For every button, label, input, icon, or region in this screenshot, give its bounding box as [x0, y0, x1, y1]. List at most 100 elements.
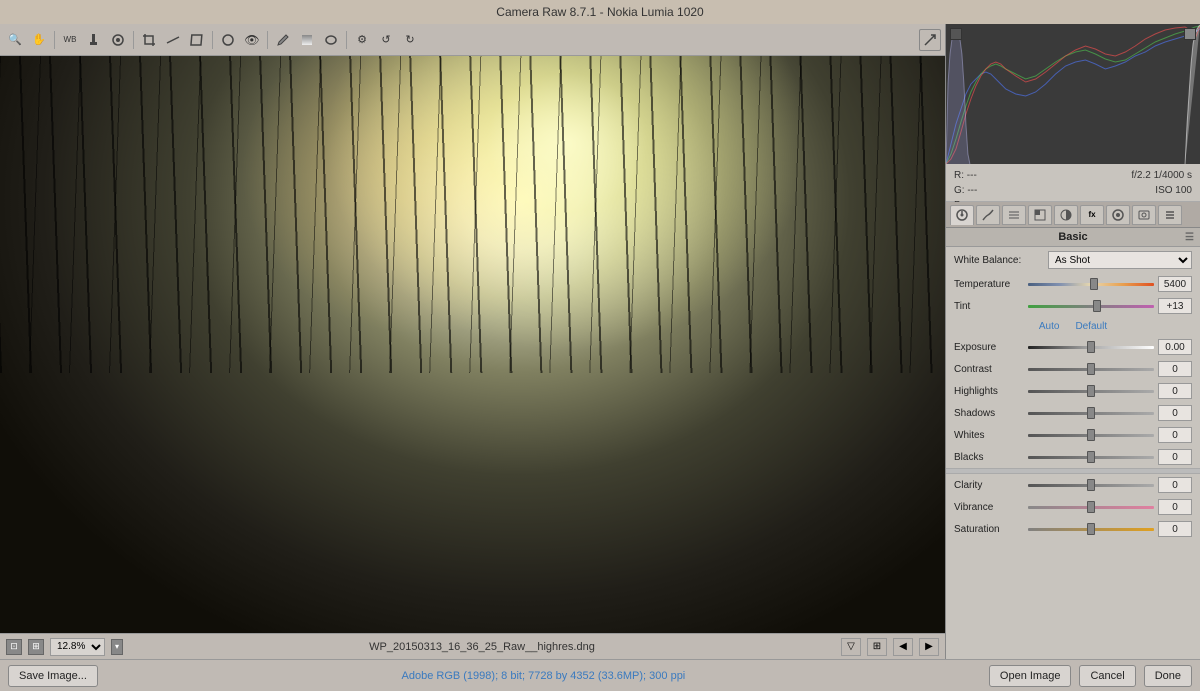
targeted-adjustment-tool[interactable]	[107, 29, 129, 51]
tab-presets[interactable]	[1158, 205, 1182, 225]
color-sample-tool[interactable]	[83, 29, 105, 51]
tab-split-toning[interactable]	[1054, 205, 1078, 225]
done-button[interactable]: Done	[1144, 665, 1192, 687]
open-full-button[interactable]	[919, 29, 941, 51]
whites-label: Whites	[954, 430, 1024, 441]
left-panel: 🔍 ✋ WB 👁	[0, 24, 945, 659]
saturation-value[interactable]	[1158, 521, 1192, 537]
blacks-thumb[interactable]	[1087, 451, 1095, 463]
tool-separator-4	[267, 31, 268, 49]
grid-view-button[interactable]: ⊞	[867, 638, 887, 656]
contrast-value[interactable]	[1158, 361, 1192, 377]
highlights-value[interactable]	[1158, 383, 1192, 399]
blacks-track	[1028, 456, 1154, 459]
tab-lens-corrections[interactable]: fx	[1080, 205, 1104, 225]
basic-title-label: Basic	[1058, 231, 1087, 243]
temperature-thumb[interactable]	[1090, 278, 1098, 290]
clarity-value[interactable]	[1158, 477, 1192, 493]
whites-value[interactable]	[1158, 427, 1192, 443]
panel-list-icon[interactable]: ☰	[1185, 232, 1194, 243]
highlights-slider-container	[1028, 384, 1154, 398]
rotate-cw-button[interactable]: ↻	[399, 29, 421, 51]
vibrance-label: Vibrance	[954, 502, 1024, 513]
hand-tool[interactable]: ✋	[28, 29, 50, 51]
brush-icon	[276, 33, 290, 47]
auto-link[interactable]: Auto	[1039, 321, 1060, 332]
tab-camera-calibration[interactable]	[1132, 205, 1156, 225]
tab-basic[interactable]	[950, 205, 974, 225]
save-image-button[interactable]: Save Image...	[8, 665, 98, 687]
shadows-value[interactable]	[1158, 405, 1192, 421]
zoom-dropdown-button[interactable]: ▾	[111, 639, 123, 655]
auto-default-row: Auto Default	[946, 317, 1200, 336]
next-image-button[interactable]: ▶	[919, 638, 939, 656]
spot-removal-tool[interactable]	[217, 29, 239, 51]
blacks-value[interactable]	[1158, 449, 1192, 465]
shadow-clipping-button[interactable]	[950, 28, 962, 40]
highlight-clipping-button[interactable]	[1184, 28, 1196, 40]
exposure-track	[1028, 346, 1154, 349]
zoom-select[interactable]: 12.8% 6.3% 25% 50% 100%	[50, 638, 105, 656]
contrast-thumb[interactable]	[1087, 363, 1095, 375]
red-eye-tool[interactable]: 👁	[241, 29, 263, 51]
status-bar: ⊡ ⊞ 12.8% 6.3% 25% 50% 100% ▾ WP_2015031…	[0, 633, 945, 659]
rotate-ccw-button[interactable]: ↺	[375, 29, 397, 51]
split-toning-icon	[1059, 208, 1073, 222]
vibrance-thumb[interactable]	[1087, 501, 1095, 513]
highlights-thumb[interactable]	[1087, 385, 1095, 397]
toolbar: 🔍 ✋ WB 👁	[0, 24, 945, 56]
shadows-track	[1028, 412, 1154, 415]
prev-image-button[interactable]: ◀	[893, 638, 913, 656]
contrast-label: Contrast	[954, 364, 1024, 375]
exposure-value[interactable]	[1158, 339, 1192, 355]
iso-value: ISO 100	[1155, 185, 1192, 196]
shadows-thumb[interactable]	[1087, 407, 1095, 419]
g-value: ---	[967, 185, 977, 196]
preferences-button[interactable]: ⚙	[351, 29, 373, 51]
zoom-tool[interactable]: 🔍	[4, 29, 26, 51]
info-link[interactable]: Adobe RGB (1998); 8 bit; 7728 by 4352 (3…	[106, 670, 981, 682]
adjustment-brush-tool[interactable]	[272, 29, 294, 51]
default-link[interactable]: Default	[1075, 321, 1107, 332]
tab-effects[interactable]	[1106, 205, 1130, 225]
tint-thumb[interactable]	[1093, 300, 1101, 312]
straighten-tool[interactable]	[162, 29, 184, 51]
exposure-label: Exposure	[954, 342, 1024, 353]
temperature-value[interactable]	[1158, 276, 1192, 292]
highlights-track	[1028, 390, 1154, 393]
cancel-button[interactable]: Cancel	[1079, 665, 1135, 687]
transform-tool[interactable]	[186, 29, 208, 51]
g-value-row: G: ---	[954, 183, 977, 198]
blacks-slider-container	[1028, 450, 1154, 464]
tool-separator-3	[212, 31, 213, 49]
whites-thumb[interactable]	[1087, 429, 1095, 441]
presets-icon	[1163, 208, 1177, 222]
fill-button[interactable]: ⊞	[28, 639, 44, 655]
temperature-slider-container	[1028, 277, 1154, 291]
main-container: 🔍 ✋ WB 👁	[0, 24, 1200, 659]
target-icon	[111, 33, 125, 47]
shadows-row: Shadows	[946, 402, 1200, 424]
crop-tool[interactable]	[138, 29, 160, 51]
tint-value[interactable]	[1158, 298, 1192, 314]
tab-tone-curve[interactable]	[976, 205, 1000, 225]
open-image-button[interactable]: Open Image	[989, 665, 1072, 687]
saturation-thumb[interactable]	[1087, 523, 1095, 535]
temperature-track	[1028, 283, 1154, 286]
graduated-filter-tool[interactable]	[296, 29, 318, 51]
tint-track	[1028, 305, 1154, 308]
white-balance-tool[interactable]: WB	[59, 29, 81, 51]
white-balance-select[interactable]: As Shot Auto Daylight Cloudy Shade Tungs…	[1048, 251, 1192, 269]
aperture-value: f/2.2	[1131, 170, 1150, 181]
filter-icon-button[interactable]: ▽	[841, 638, 861, 656]
camera-cal-icon	[1137, 208, 1151, 222]
exposure-row: Exposure	[946, 336, 1200, 358]
temperature-label: Temperature	[954, 279, 1024, 290]
tab-detail[interactable]	[1002, 205, 1026, 225]
tab-hsl[interactable]	[1028, 205, 1052, 225]
radial-filter-tool[interactable]	[320, 29, 342, 51]
clarity-thumb[interactable]	[1087, 479, 1095, 491]
fit-button[interactable]: ⊡	[6, 639, 22, 655]
exposure-thumb[interactable]	[1087, 341, 1095, 353]
vibrance-value[interactable]	[1158, 499, 1192, 515]
